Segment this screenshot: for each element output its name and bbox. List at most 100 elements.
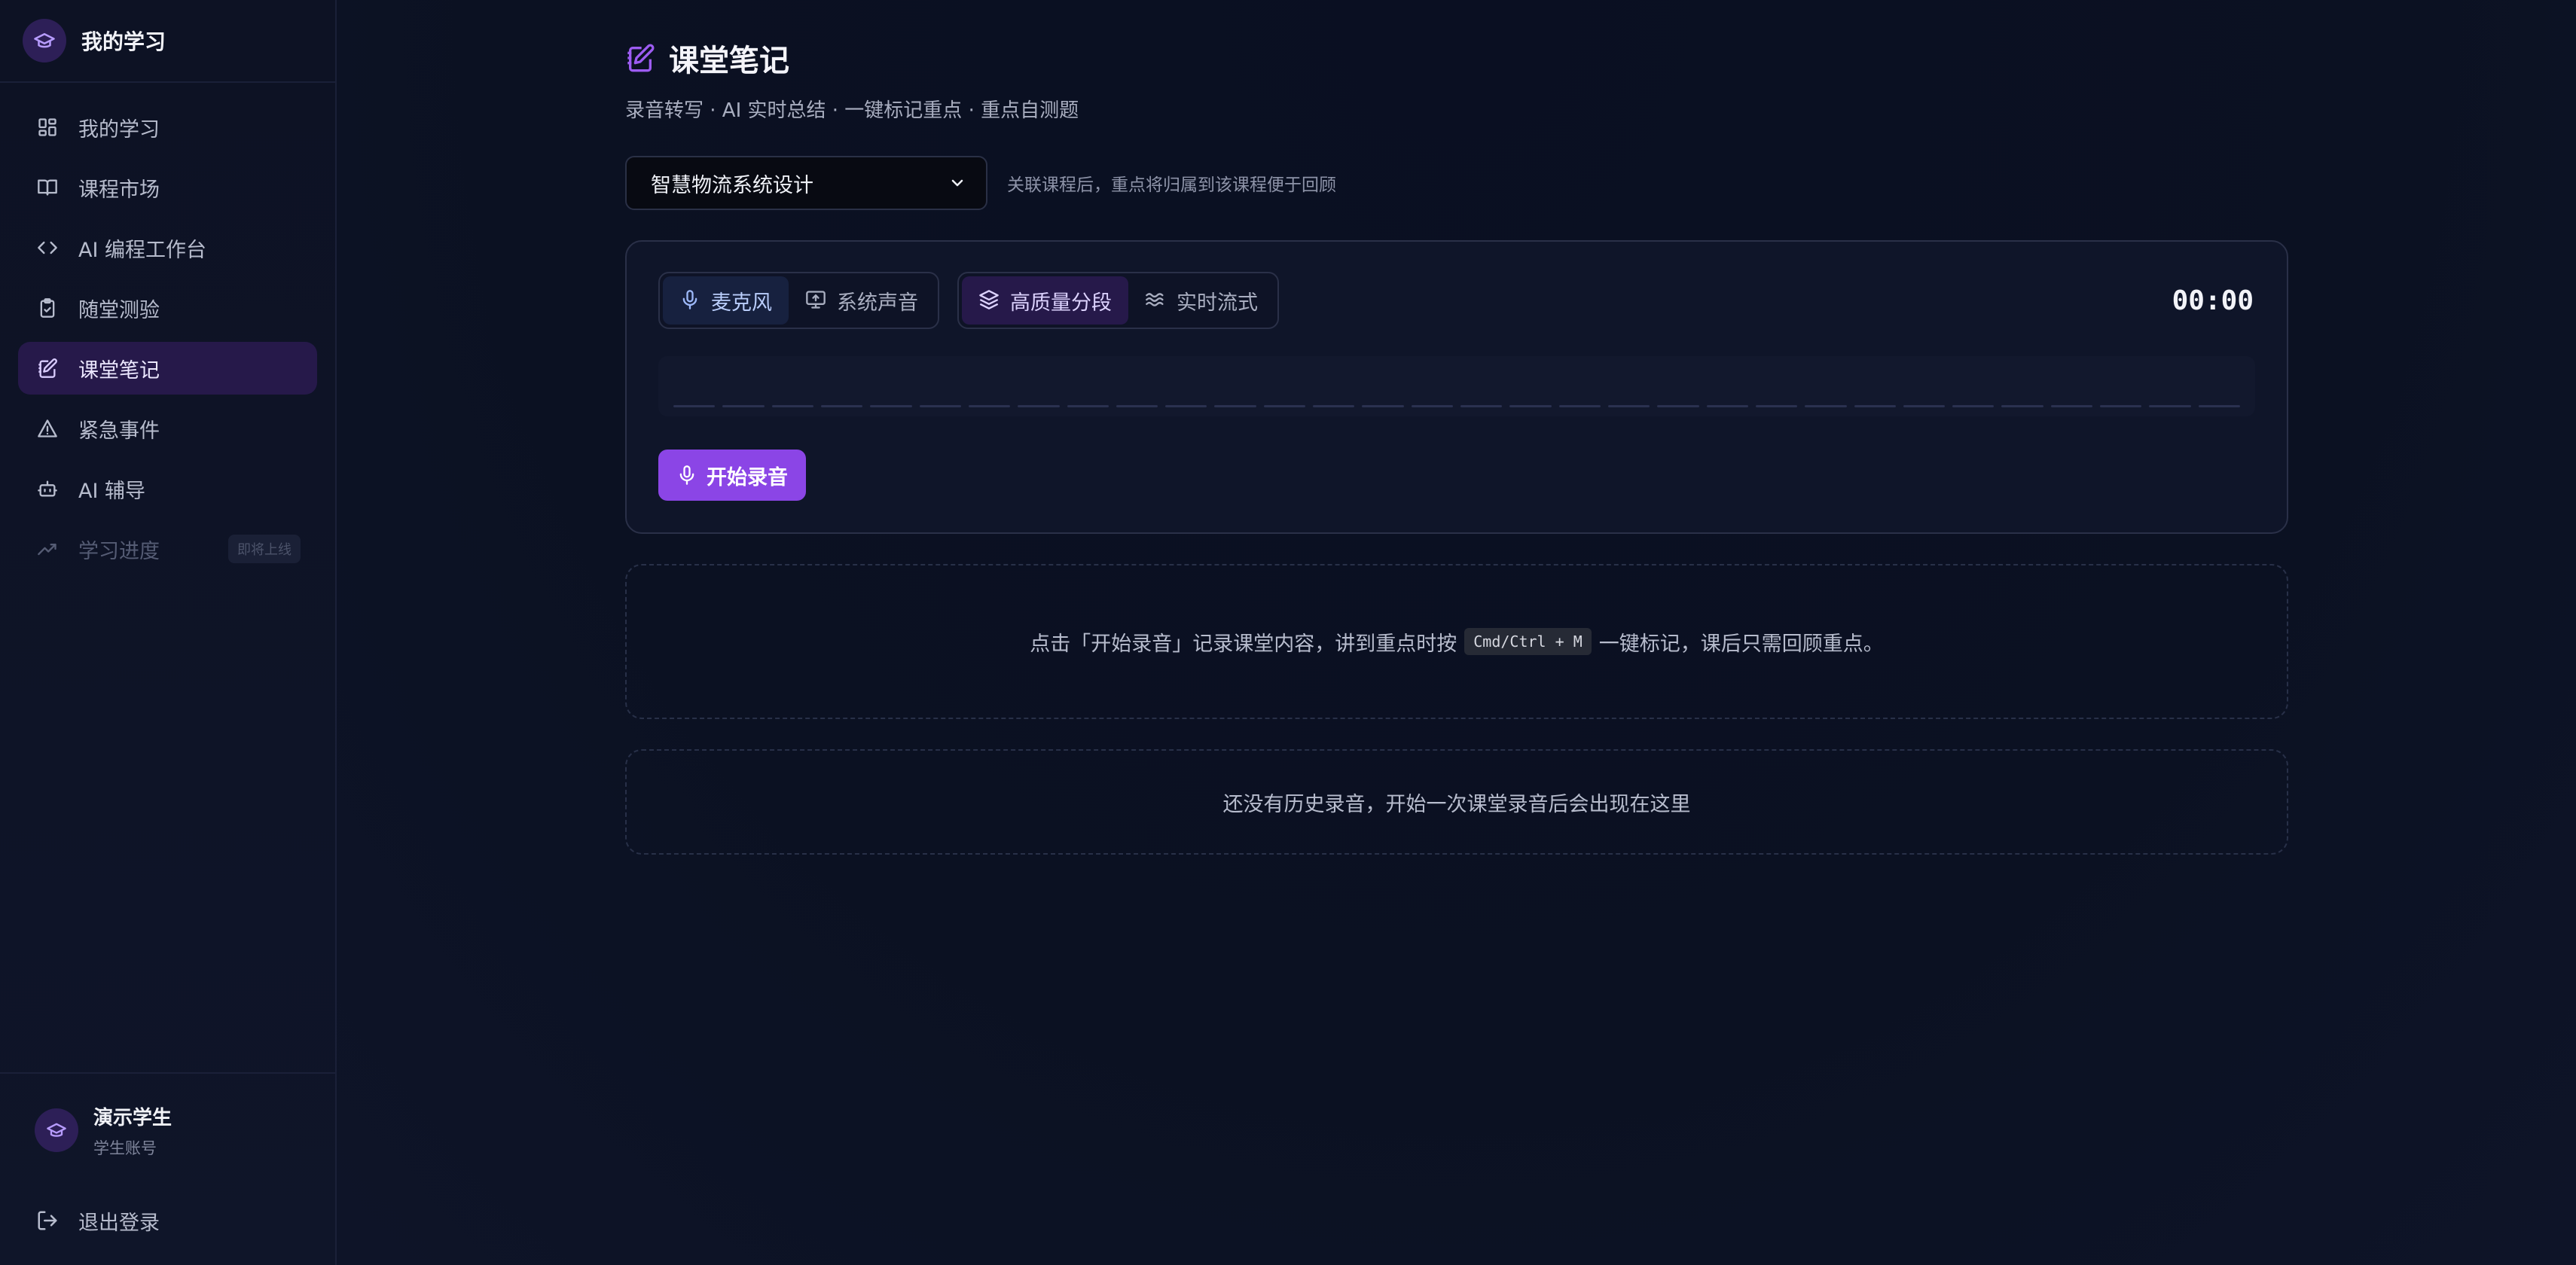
waveform-bar [2198,405,2240,407]
transcribe-mode-toggle: 高质量分段 实时流式 [957,272,1279,329]
waveform-bar [1903,405,1946,407]
sidebar-item-label: 课程市场 [78,178,160,202]
sidebar-item-ai-tutor[interactable]: AI 辅导 [18,462,317,515]
waveform-bar [1509,405,1552,407]
logout-icon [36,1209,59,1232]
waveform-bar [1805,405,1847,407]
sidebar-item-label: AI 辅导 [78,479,146,503]
sidebar-item-emergency[interactable]: 紧急事件 [18,402,317,455]
sidebar-item-progress: 学习进度 即将上线 [18,523,317,575]
brand[interactable]: 我的学习 [0,0,335,83]
audio-source-toggle: 麦克风 系统声音 [658,272,939,329]
course-select-value: 智慧物流系统设计 [651,173,813,197]
microphone-icon [676,465,697,486]
waveform-bar [1165,405,1207,407]
sidebar-item-label: AI 编程工作台 [78,238,207,262]
page-subtitle: 录音转写 · AI 实时总结 · 一键标记重点 · 重点自测题 [625,99,1079,122]
book-icon [36,176,59,199]
screen-share-icon [805,289,828,312]
sidebar: 我的学习 我的学习 课程市场 AI 编程工作台 随堂测验 课堂笔记 紧急事件 A… [0,0,337,1265]
usage-tip: 点击「开始录音」记录课堂内容，讲到重点时按 Cmd/Ctrl + M 一键标记，… [625,564,2288,719]
sidebar-item-label: 随堂测验 [78,298,160,322]
mode-stream-label: 实时流式 [1177,291,1258,315]
graduation-cap-icon [23,19,66,62]
waveform-bar [2050,405,2093,407]
history-empty-state: 还没有历史录音，开始一次课堂录音后会出现在这里 [625,749,2288,855]
mode-stream-button[interactable]: 实时流式 [1128,276,1274,325]
tip-text-before: 点击「开始录音」记录课堂内容，讲到重点时按 [1030,632,1457,656]
warning-icon [36,417,59,440]
waveform-bar [2100,405,2142,407]
user-role: 学生账号 [93,1138,157,1157]
dashboard-icon [36,116,59,139]
start-recording-button[interactable]: 开始录音 [658,450,806,501]
sidebar-footer: 演示学生 学生账号 退出登录 [0,1072,335,1265]
waveform-bar [1558,405,1601,407]
sidebar-nav: 我的学习 课程市场 AI 编程工作台 随堂测验 课堂笔记 紧急事件 AI 辅导 … [0,83,335,583]
sidebar-item-label: 我的学习 [78,117,160,142]
source-mic-button[interactable]: 麦克风 [663,276,789,325]
waveform-bar [919,405,961,407]
recorder-panel: 麦克风 系统声音 高质量分段 实时流式 00:00 开始录音 [625,240,2288,534]
waveform-bar [1313,405,1355,407]
waveform-bar [2001,405,2043,407]
history-empty-text: 还没有历史录音，开始一次课堂录音后会出现在这里 [1222,792,1691,816]
waveform-bar [1018,405,1060,407]
recording-timer: 00:00 [2172,285,2254,316]
waveform-bar [1607,405,1650,407]
source-mic-label: 麦克风 [711,291,772,315]
mode-hq-label: 高质量分段 [1010,291,1112,315]
waveform-bar [1411,405,1453,407]
waveform-bar [1657,405,1699,407]
robot-icon [36,477,59,500]
user-profile[interactable]: 演示学生 学生账号 [0,1074,335,1187]
code-icon [36,236,59,259]
page-title: 课堂笔记 [669,44,789,78]
waveform-bar [2149,405,2191,407]
shortcut-kbd: Cmd/Ctrl + M [1464,628,1592,655]
mode-hq-button[interactable]: 高质量分段 [962,276,1128,325]
source-system-label: 系统声音 [837,291,918,315]
waveform-bar [1116,405,1158,407]
avatar [35,1108,78,1152]
waveform-bar [820,405,863,407]
waveform-bar [722,405,765,407]
trend-icon [36,538,59,560]
tip-text-after: 一键标记，课后只需回顾重点。 [1598,632,1884,656]
waveform-bar [1214,405,1256,407]
waveform-bar [1706,405,1748,407]
waveform-bar [968,405,1011,407]
waves-icon [1145,289,1167,312]
main-content: 课堂笔记 录音转写 · AI 实时总结 · 一键标记重点 · 重点自测题 智慧物… [337,0,2576,1265]
sidebar-item-my-learning[interactable]: 我的学习 [18,101,317,154]
layers-icon [978,289,1001,312]
microphone-icon [679,289,702,312]
audio-waveform [658,356,2255,416]
sidebar-item-label: 学习进度 [78,539,160,563]
waveform-bar [1460,405,1503,407]
user-name: 演示学生 [93,1106,172,1129]
chevron-down-icon [948,174,966,192]
sidebar-item-class-notes[interactable]: 课堂笔记 [18,342,317,395]
waveform-bar [1854,405,1896,407]
start-recording-label: 开始录音 [707,465,788,489]
waveform-bar [1755,405,1798,407]
page-header: 课堂笔记 录音转写 · AI 实时总结 · 一键标记重点 · 重点自测题 [625,0,2288,123]
sidebar-item-label: 紧急事件 [78,419,160,443]
waveform-bar [771,405,813,407]
sidebar-item-course-market[interactable]: 课程市场 [18,161,317,214]
sidebar-item-ai-workbench[interactable]: AI 编程工作台 [18,221,317,274]
waveform-bar [1067,405,1109,407]
waveform-bar [673,405,716,407]
sidebar-item-quiz[interactable]: 随堂测验 [18,282,317,334]
coming-soon-badge: 即将上线 [228,535,301,563]
course-select[interactable]: 智慧物流系统设计 [625,156,987,210]
notebook-pen-icon [625,43,655,73]
waveform-bar [1362,405,1404,407]
logout-label: 退出登录 [78,1211,160,1235]
sidebar-item-label: 课堂笔记 [78,358,160,383]
waveform-bar [870,405,912,407]
logout-button[interactable]: 退出登录 [0,1187,335,1254]
waveform-bar [1952,405,1995,407]
source-system-button[interactable]: 系统声音 [789,276,935,325]
